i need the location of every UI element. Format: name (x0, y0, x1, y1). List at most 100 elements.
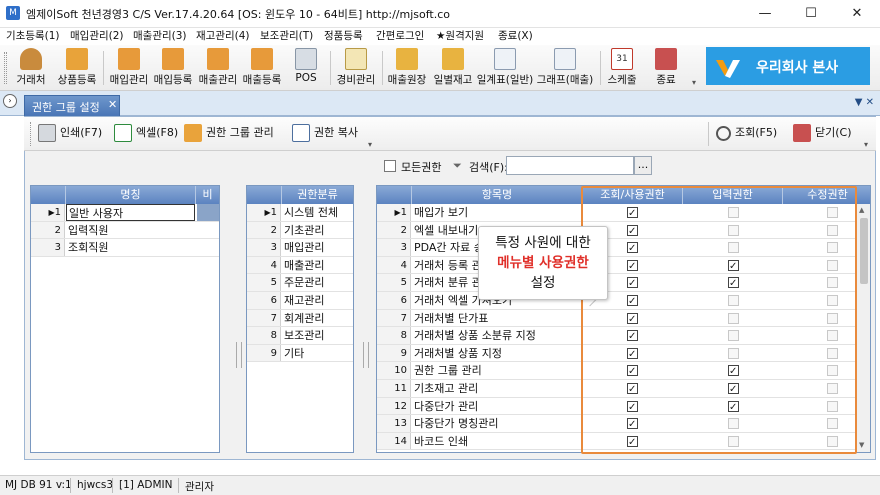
input-permission-checkbox[interactable] (728, 312, 739, 324)
category-header[interactable]: 권한분류 (281, 186, 353, 204)
view-permission-checkbox[interactable] (627, 293, 638, 310)
edit-permission-checkbox[interactable] (827, 294, 838, 306)
search-browse-button[interactable]: ... (634, 156, 652, 175)
table-row[interactable]: ▶1 일반 사용자 (31, 204, 219, 222)
edit-permission-checkbox[interactable] (827, 418, 838, 430)
view-permission-header[interactable]: 조회/사용권한 (582, 186, 682, 204)
close-button[interactable]: 닫기(C) (793, 124, 852, 144)
view-permission-checkbox[interactable] (627, 346, 638, 363)
edit-permission-checkbox[interactable] (827, 365, 838, 377)
all-permissions-checkbox[interactable] (384, 160, 396, 172)
product-register-button[interactable]: 상품등록 (54, 45, 100, 91)
view-permission-checkbox[interactable] (627, 311, 638, 328)
table-row[interactable]: 3 조회직원 (31, 239, 219, 257)
sales-ledger-button[interactable]: 매출원장 (384, 45, 430, 91)
daily-report-button[interactable]: 일계표(일반) (476, 45, 534, 91)
inner-toolbar-overflow-icon-right[interactable]: ▾ (864, 140, 868, 149)
list-item[interactable]: ▶1 시스템 전체 (247, 204, 353, 222)
list-item[interactable]: 3 매입관리 (247, 239, 353, 257)
daily-stock-button[interactable]: 일별재고 (430, 45, 476, 91)
customer-button[interactable]: 거래처 (10, 45, 52, 91)
expense-manage-button[interactable]: 경비관리 (333, 45, 379, 91)
table-row[interactable]: 12 다중단가 관리 (377, 397, 855, 416)
sales-manage-button[interactable]: 매출관리 (195, 45, 241, 91)
table-row[interactable]: 8 거래처별 상품 소분류 지정 (377, 327, 855, 345)
menu-sales[interactable]: 매출관리(3) (133, 28, 187, 45)
table-row[interactable]: 6 거래처 엑셀 가져오기 (377, 291, 855, 310)
view-permission-checkbox[interactable] (627, 363, 638, 380)
menu-license[interactable]: 정품등록 (324, 28, 363, 45)
table-row[interactable]: 14 바코드 인쇄 (377, 432, 855, 451)
toolbar-overflow-icon[interactable]: ▾ (692, 78, 696, 87)
edit-permission-checkbox[interactable] (827, 259, 838, 271)
view-permission-checkbox[interactable] (627, 328, 638, 345)
inner-toolbar-overflow-icon[interactable]: ▾ (368, 140, 372, 149)
edit-permission-checkbox[interactable] (827, 312, 838, 324)
list-item[interactable]: 5 주문관리 (247, 274, 353, 292)
group-note-header[interactable]: 비 (195, 186, 219, 204)
input-permission-checkbox[interactable] (728, 399, 739, 416)
table-row[interactable]: 2 입력직원 (31, 221, 219, 240)
input-permission-checkbox[interactable] (728, 242, 739, 254)
menu-purchase[interactable]: 매입관리(2) (70, 28, 124, 45)
schedule-button[interactable]: 31 스케줄 (603, 45, 641, 91)
table-row[interactable]: 11 기초재고 관리 (377, 379, 855, 398)
input-permission-checkbox[interactable] (728, 435, 739, 447)
vertical-scrollbar[interactable]: ▲ ▼ (856, 204, 870, 452)
copy-permission-button[interactable]: 권한 복사 (292, 124, 358, 144)
excel-button[interactable]: 엑셀(F8) (114, 124, 178, 144)
print-button[interactable]: 인쇄(F7) (38, 124, 102, 144)
view-permission-checkbox[interactable] (627, 258, 638, 275)
edit-permission-checkbox[interactable] (827, 224, 838, 236)
input-permission-checkbox[interactable] (728, 330, 739, 342)
table-row[interactable]: 7 거래처별 단가표 (377, 309, 855, 328)
menu-quick-login[interactable]: 간편로그인 (376, 28, 424, 45)
sales-graph-button[interactable]: 그래프(매출) (536, 45, 594, 91)
list-item[interactable]: 8 보조관리 (247, 327, 353, 345)
input-permission-checkbox[interactable] (728, 418, 739, 430)
view-permission-checkbox[interactable] (627, 275, 638, 292)
menu-remote-support[interactable]: ★원격지원 (436, 28, 484, 45)
menu-basic[interactable]: 기초등록(1) (6, 28, 60, 45)
group-manage-button[interactable]: 권한 그룹 관리 (184, 124, 274, 144)
input-permission-checkbox[interactable] (728, 224, 739, 236)
table-row[interactable]: 10 권한 그룹 관리 (377, 362, 855, 380)
input-permission-checkbox[interactable] (728, 347, 739, 359)
table-row[interactable]: 5 거래처 분류 관 (377, 274, 855, 292)
exit-button[interactable]: 종료 (645, 45, 687, 91)
tab-close-icon[interactable]: ✕ (108, 98, 117, 111)
input-permission-header[interactable]: 입력권한 (682, 186, 782, 204)
view-permission-checkbox[interactable] (627, 434, 638, 451)
view-permission-checkbox[interactable] (627, 240, 638, 257)
input-permission-checkbox[interactable] (728, 294, 739, 306)
scroll-down-icon[interactable]: ▼ (859, 441, 864, 449)
edit-permission-checkbox[interactable] (827, 347, 838, 359)
list-item[interactable]: 6 재고관리 (247, 291, 353, 310)
edit-permission-checkbox[interactable] (827, 207, 838, 218)
table-row[interactable]: 2 엑셀 내보내기 (377, 221, 855, 240)
purchase-manage-button[interactable]: 매입관리 (106, 45, 152, 91)
table-row[interactable]: 13 다중단가 명칭관리 (377, 415, 855, 433)
table-row[interactable]: 4 거래처 등록 관 (377, 256, 855, 275)
table-row[interactable]: 9 거래처별 상품 지정 (377, 344, 855, 363)
scroll-up-icon[interactable]: ▲ (859, 206, 864, 214)
splitter-handle[interactable] (236, 342, 242, 368)
group-name-header[interactable]: 명칭 (65, 186, 195, 204)
input-permission-checkbox[interactable] (728, 381, 739, 398)
edit-permission-checkbox[interactable] (827, 435, 838, 447)
edit-permission-header[interactable]: 수정권한 (782, 186, 870, 204)
maximize-button[interactable]: ☐ (788, 0, 834, 28)
purchase-register-button[interactable]: 매입등록 (152, 45, 194, 91)
view-permission-checkbox[interactable] (627, 381, 638, 398)
menu-auxiliary[interactable]: 보조관리(T) (260, 28, 313, 45)
sales-register-button[interactable]: 매출등록 (241, 45, 283, 91)
list-item[interactable]: 7 회계관리 (247, 309, 353, 328)
list-item[interactable]: 4 매출관리 (247, 256, 353, 275)
table-row[interactable]: ▶1 매입가 보기 (377, 204, 855, 222)
view-permission-checkbox[interactable] (627, 416, 638, 433)
edit-permission-checkbox[interactable] (827, 277, 838, 289)
input-permission-checkbox[interactable] (728, 275, 739, 292)
list-item[interactable]: 9 기타 (247, 344, 353, 363)
menu-inventory[interactable]: 재고관리(4) (196, 28, 250, 45)
input-permission-checkbox[interactable] (728, 207, 739, 218)
